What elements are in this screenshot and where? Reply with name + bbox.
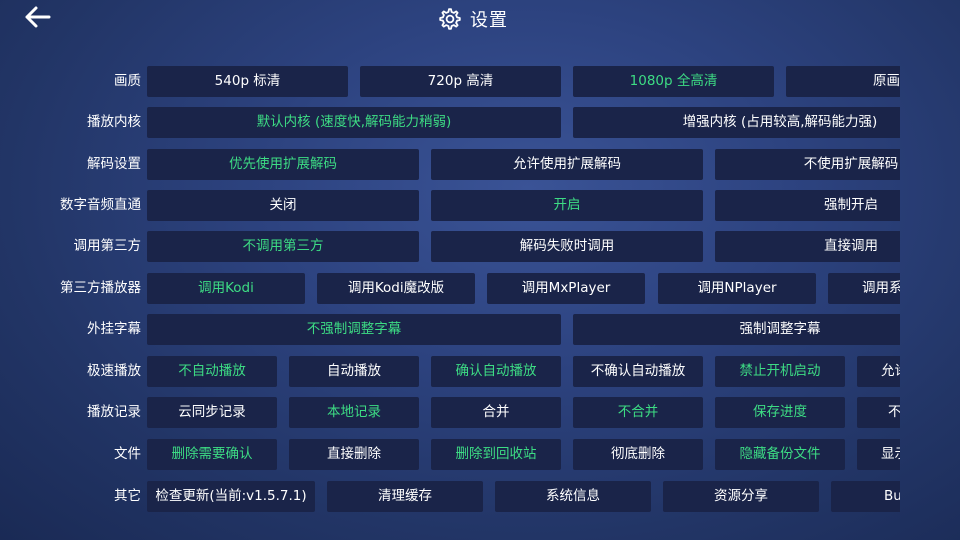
option-button[interactable]: 合并 bbox=[431, 397, 561, 428]
option-button[interactable]: 调用系 bbox=[828, 273, 900, 304]
option-button[interactable]: 清理缓存 bbox=[327, 481, 483, 512]
option-button[interactable]: 不合并 bbox=[573, 397, 703, 428]
option-button[interactable]: 不强制调整字幕 bbox=[147, 314, 561, 345]
option-button[interactable]: 强制调整字幕 bbox=[573, 314, 900, 345]
option-button[interactable]: 确认自动播放 bbox=[431, 356, 561, 387]
row-label: 播放记录 bbox=[87, 404, 141, 420]
row-label: 解码设置 bbox=[87, 156, 141, 172]
setting-row-external-subtitle: 外挂字幕 不强制调整字幕 强制调整字幕 bbox=[0, 313, 900, 346]
option-button[interactable]: 调用Kodi bbox=[147, 273, 305, 304]
page-title: 设置 bbox=[470, 10, 508, 31]
option-button[interactable]: 直接调用 bbox=[715, 231, 900, 262]
option-button[interactable]: 禁止开机启动 bbox=[715, 356, 845, 387]
option-button[interactable]: 直接删除 bbox=[289, 439, 419, 470]
option-button[interactable]: 不自动播放 bbox=[147, 356, 277, 387]
option-button[interactable]: 不确认自动播放 bbox=[573, 356, 703, 387]
option-button[interactable]: Bu bbox=[831, 481, 900, 512]
option-button[interactable]: 显示 bbox=[857, 439, 900, 470]
row-label: 数字音频直通 bbox=[60, 197, 141, 213]
setting-row-fast-play: 极速播放 不自动播放 自动播放 确认自动播放 不确认自动播放 禁止开机启动 允许 bbox=[0, 355, 900, 388]
option-button[interactable]: 不使用扩展解码 bbox=[715, 149, 900, 180]
row-label: 外挂字幕 bbox=[87, 321, 141, 337]
settings-list: 画质 540p 标清 720p 高清 1080p 全高清 原画 播放内核 默认内… bbox=[0, 64, 900, 540]
option-button[interactable]: 删除需要确认 bbox=[147, 439, 277, 470]
option-button[interactable]: 540p 标清 bbox=[147, 66, 348, 97]
option-button[interactable]: 调用Kodi魔改版 bbox=[317, 273, 475, 304]
page-header: 设置 bbox=[438, 4, 508, 34]
setting-row-file: 文件 删除需要确认 直接删除 删除到回收站 彻底删除 隐藏备份文件 显示 bbox=[0, 438, 900, 471]
row-label: 其它 bbox=[114, 488, 141, 504]
option-button[interactable]: 自动播放 bbox=[289, 356, 419, 387]
option-button[interactable]: 开启 bbox=[431, 190, 703, 221]
option-button[interactable]: 系统信息 bbox=[495, 481, 651, 512]
option-button[interactable]: 检查更新(当前:v1.5.7.1) bbox=[147, 481, 315, 512]
setting-row-player-core: 播放内核 默认内核 (速度快,解码能力稍弱) 增强内核 (占用较高,解码能力强) bbox=[0, 106, 900, 139]
option-button[interactable]: 优先使用扩展解码 bbox=[147, 149, 419, 180]
setting-row-decode: 解码设置 优先使用扩展解码 允许使用扩展解码 不使用扩展解码 bbox=[0, 148, 900, 181]
option-button[interactable]: 解码失败时调用 bbox=[431, 231, 703, 262]
option-button[interactable]: 关闭 bbox=[147, 190, 419, 221]
row-label: 播放内核 bbox=[87, 114, 141, 130]
setting-row-third-party-call: 调用第三方 不调用第三方 解码失败时调用 直接调用 bbox=[0, 230, 900, 263]
option-button[interactable]: 不调用第三方 bbox=[147, 231, 419, 262]
gear-icon bbox=[438, 7, 462, 31]
option-button[interactable]: 云同步记录 bbox=[147, 397, 277, 428]
option-button[interactable]: 保存进度 bbox=[715, 397, 845, 428]
option-button[interactable]: 强制开启 bbox=[715, 190, 900, 221]
row-label: 第三方播放器 bbox=[60, 280, 141, 296]
row-label: 文件 bbox=[114, 446, 141, 462]
option-button[interactable]: 彻底删除 bbox=[573, 439, 703, 470]
option-button[interactable]: 删除到回收站 bbox=[431, 439, 561, 470]
setting-row-quality: 画质 540p 标清 720p 高清 1080p 全高清 原画 bbox=[0, 65, 900, 98]
option-button[interactable]: 隐藏备份文件 bbox=[715, 439, 845, 470]
setting-row-play-history: 播放记录 云同步记录 本地记录 合并 不合并 保存进度 不 bbox=[0, 396, 900, 429]
option-button[interactable]: 增强内核 (占用较高,解码能力强) bbox=[573, 107, 900, 138]
setting-row-third-party-player: 第三方播放器 调用Kodi 调用Kodi魔改版 调用MxPlayer 调用NPl… bbox=[0, 272, 900, 305]
option-button[interactable]: 调用MxPlayer bbox=[487, 273, 645, 304]
arrow-left-icon bbox=[23, 5, 51, 33]
option-button[interactable]: 允许使用扩展解码 bbox=[431, 149, 703, 180]
row-label: 极速播放 bbox=[87, 363, 141, 379]
option-button[interactable]: 1080p 全高清 bbox=[573, 66, 774, 97]
option-button[interactable]: 原画 bbox=[786, 66, 900, 97]
row-label: 调用第三方 bbox=[73, 238, 142, 254]
row-label: 画质 bbox=[114, 73, 141, 89]
option-button[interactable]: 允许 bbox=[857, 356, 900, 387]
back-button[interactable] bbox=[20, 4, 54, 34]
setting-row-other: 其它 检查更新(当前:v1.5.7.1) 清理缓存 系统信息 资源分享 Bu bbox=[0, 480, 900, 513]
option-button[interactable]: 默认内核 (速度快,解码能力稍弱) bbox=[147, 107, 561, 138]
option-button[interactable]: 720p 高清 bbox=[360, 66, 561, 97]
option-button[interactable]: 资源分享 bbox=[663, 481, 819, 512]
option-button[interactable]: 调用NPlayer bbox=[658, 273, 816, 304]
option-button[interactable]: 本地记录 bbox=[289, 397, 419, 428]
setting-row-audio-passthrough: 数字音频直通 关闭 开启 强制开启 bbox=[0, 189, 900, 222]
option-button[interactable]: 不 bbox=[857, 397, 900, 428]
